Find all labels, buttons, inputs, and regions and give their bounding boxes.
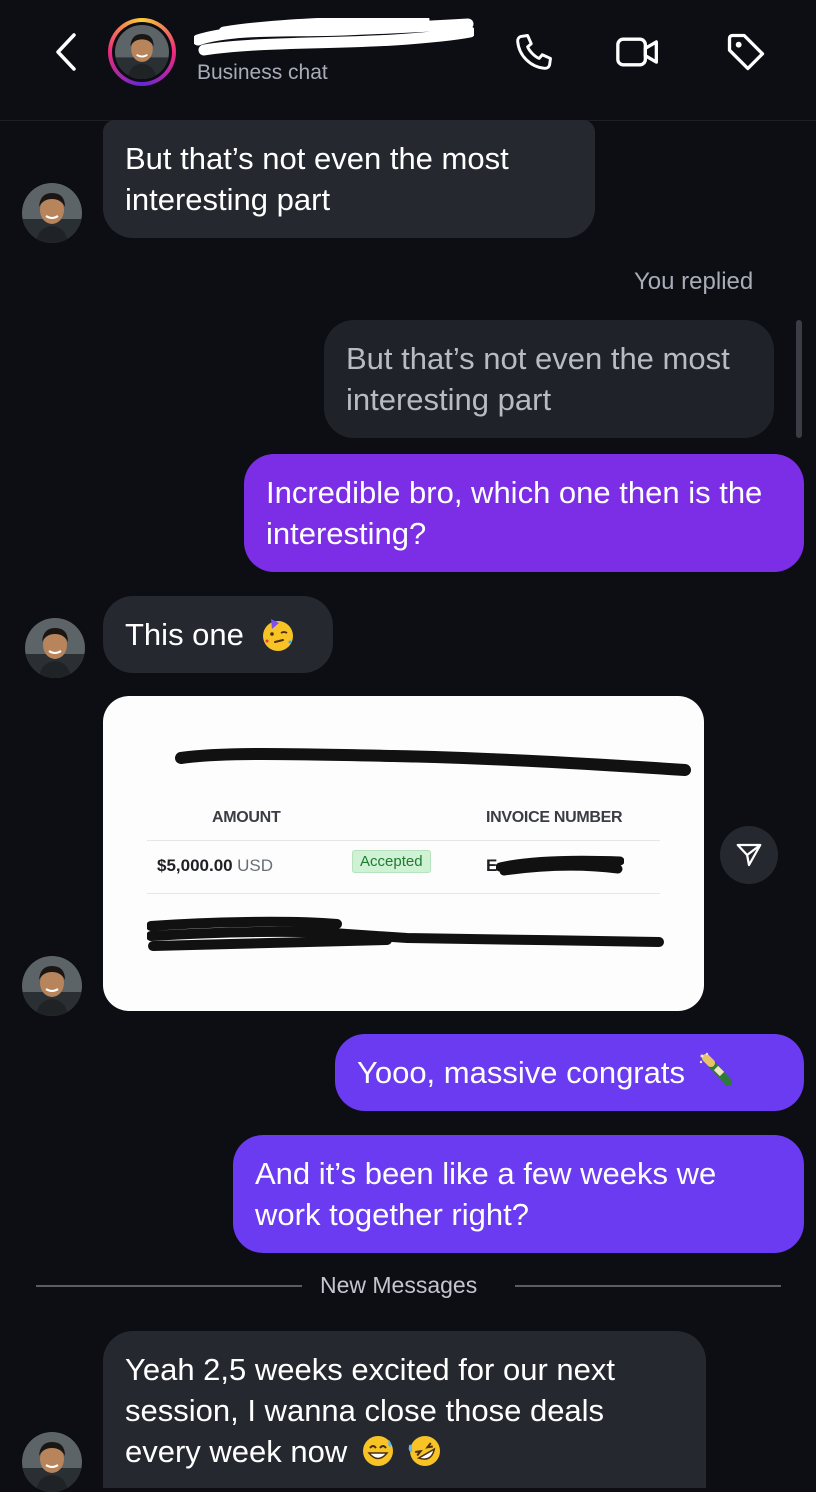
received-message[interactable]: Yeah 2,5 weeks excited for our next sess… [103,1331,706,1488]
call-button[interactable] [510,28,558,76]
new-messages-label: New Messages [320,1272,478,1298]
invoice-number-column-header: INVOICE NUMBER [486,809,623,826]
divider-line [515,1285,781,1287]
invoice-screenshot[interactable]: AMOUNT INVOICE NUMBER $5,000.00 USD Acce… [103,696,704,1011]
received-message[interactable]: But that’s not even the most interesting… [103,120,595,238]
received-message[interactable]: This one [103,596,333,673]
divider-line [36,1285,302,1287]
redaction-scribble [496,855,624,876]
partying-face-emoji-icon [262,618,293,651]
contact-avatar[interactable] [108,18,176,86]
table-divider [147,893,660,894]
avatar-photo [25,618,85,678]
quoted-text: But that’s not even the most interesting… [346,341,730,417]
reply-label: You replied [634,268,754,295]
amount-column-header: AMOUNT [212,809,281,826]
avatar-photo [115,25,169,79]
quoted-message[interactable]: But that’s not even the most interesting… [324,320,774,438]
chat-subtitle: Business chat [197,61,328,84]
redaction-scribble [147,916,664,951]
video-call-button[interactable] [614,28,662,76]
sender-avatar[interactable] [22,1432,82,1492]
phone-icon [516,34,552,70]
avatar-photo [22,956,82,1016]
label-button[interactable] [722,28,770,76]
message-text: And it’s been like a few weeks we work t… [255,1156,717,1232]
message-text: Incredible bro, which one then is the in… [266,475,763,551]
grinning-sweat-emoji-icon [362,1435,393,1466]
invoice-amount: $5,000.00 [157,856,233,875]
avatar-photo [22,1432,82,1492]
status-badge: Accepted [352,850,431,873]
sender-avatar[interactable] [25,618,85,678]
send-icon [736,843,762,867]
back-button[interactable] [46,28,86,76]
tag-icon [727,33,765,71]
invoice-currency: USD [237,856,273,875]
champagne-emoji-icon [699,1052,732,1086]
status-cell: Accepted [352,850,431,873]
invoice-amount-cell: $5,000.00 USD [157,856,273,876]
sent-message[interactable]: And it’s been like a few weeks we work t… [233,1135,804,1253]
share-button[interactable] [720,826,778,884]
video-icon [616,37,658,67]
rolling-laughing-emoji-icon [408,1435,440,1466]
sender-avatar[interactable] [22,956,82,1016]
sender-avatar[interactable] [22,183,82,243]
avatar-photo [22,183,82,243]
sent-message[interactable]: Incredible bro, which one then is the in… [244,454,804,572]
back-icon [56,33,76,71]
message-text: Yooo, massive congrats [357,1055,685,1090]
sent-message[interactable]: Yooo, massive congrats [335,1034,804,1111]
message-text: But that’s not even the most interesting… [125,141,509,217]
reply-indicator-bar [796,320,802,438]
table-divider [147,840,660,841]
redacted-contact-name [194,18,474,56]
message-text: This one [125,617,244,652]
